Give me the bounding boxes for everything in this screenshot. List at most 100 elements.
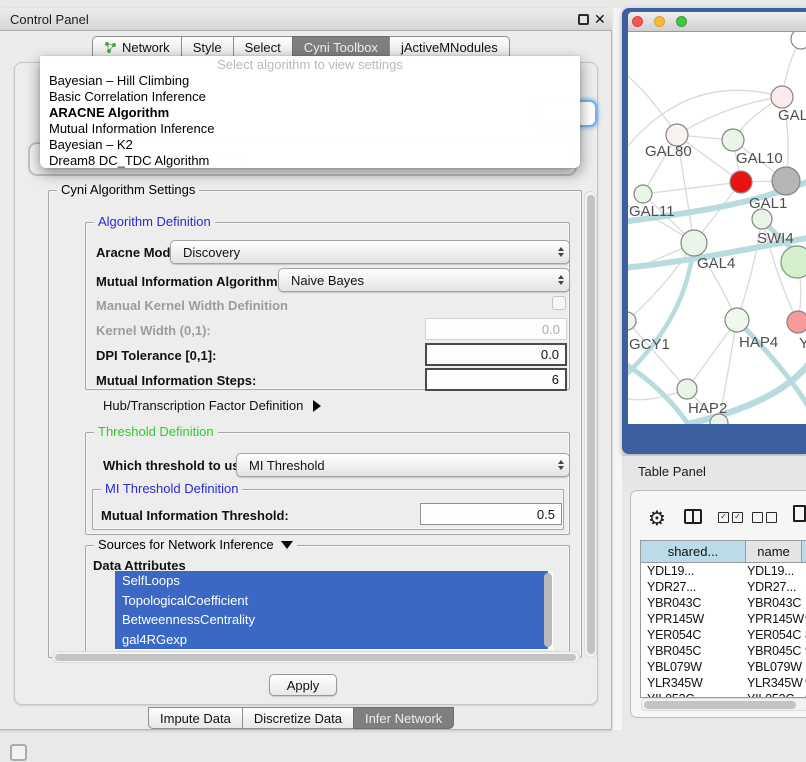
cell-shared: YDR27... bbox=[641, 579, 747, 595]
cell-name: YLR345W bbox=[747, 675, 805, 691]
panel-divider bbox=[612, 8, 622, 730]
collapsed-arrow-icon[interactable] bbox=[313, 400, 321, 412]
file-icon[interactable] bbox=[793, 505, 806, 522]
tab-discretize-data[interactable]: Discretize Data bbox=[242, 707, 353, 729]
mi-steps-field[interactable]: 6 bbox=[425, 368, 567, 391]
apply-button[interactable]: Apply bbox=[269, 674, 337, 696]
aracne-mode-value: Discovery bbox=[183, 245, 240, 260]
node-hap2[interactable] bbox=[677, 379, 697, 399]
node-gal-partial[interactable] bbox=[771, 86, 793, 108]
node-y-partial[interactable] bbox=[787, 311, 806, 333]
node-gal10[interactable] bbox=[722, 129, 744, 151]
table-header-row: shared... name bbox=[641, 541, 806, 563]
collapsed-panel-icon[interactable] bbox=[10, 744, 27, 761]
table-row[interactable]: YBR043CYBR043C bbox=[641, 595, 806, 611]
algorithm-option[interactable]: Bayesian – K2 bbox=[40, 137, 580, 153]
deselect-all-checkbox-icon[interactable] bbox=[752, 512, 777, 523]
algorithm-option[interactable]: Bayesian – Hill Climbing bbox=[40, 73, 580, 89]
mi-algorithm-type-combo[interactable]: Naive Bayes bbox=[278, 268, 570, 292]
cell-shared: YBL079W bbox=[641, 659, 747, 675]
manual-kernel-width-label: Manual Kernel Width Definition bbox=[96, 298, 288, 313]
mi-threshold-label: Mutual Information Threshold: bbox=[101, 508, 289, 523]
tab-network[interactable]: Network bbox=[92, 36, 181, 58]
node-partial-top[interactable] bbox=[791, 32, 806, 49]
network-canvas[interactable]: GAL GAL80 GAL10 GAL1 GAL11 SWI4 GAL4 GCY… bbox=[628, 32, 806, 424]
split-panel-icon[interactable] bbox=[684, 509, 702, 524]
node-gcy1[interactable] bbox=[628, 312, 636, 330]
algorithm-option-selected[interactable]: ARACNE Algorithm bbox=[40, 105, 580, 121]
unchecked-box-icon bbox=[766, 512, 777, 523]
algorithm-option[interactable]: Mutual Information Inference bbox=[40, 121, 580, 137]
tab-impute-data[interactable]: Impute Data bbox=[148, 707, 242, 729]
hub-definition-section[interactable]: Hub/Transcription Factor Definition bbox=[103, 398, 321, 413]
table-row[interactable]: YDR27...YDR27...12 bbox=[641, 579, 806, 595]
node-hap4[interactable] bbox=[725, 308, 749, 332]
tab-style[interactable]: Style bbox=[181, 36, 233, 58]
node-gal11[interactable] bbox=[634, 185, 652, 203]
node-green-right[interactable] bbox=[781, 246, 806, 278]
table-row[interactable]: YBL079WYBL079W bbox=[641, 659, 806, 675]
hub-definition-label: Hub/Transcription Factor Definition bbox=[103, 398, 303, 413]
tab-cyni-toolbox[interactable]: Cyni Toolbox bbox=[292, 36, 389, 58]
apply-button-label: Apply bbox=[287, 678, 320, 693]
node-label: GAL4 bbox=[697, 255, 735, 272]
algorithm-option[interactable]: Basic Correlation Inference bbox=[40, 89, 580, 105]
algorithm-option[interactable]: Dream8 DC_TDC Algorithm bbox=[40, 153, 580, 169]
column-header-name[interactable]: name bbox=[746, 541, 802, 563]
dpi-tolerance-field[interactable]: 0.0 bbox=[425, 343, 567, 366]
mi-threshold-field[interactable]: 0.5 bbox=[420, 503, 562, 525]
cyni-bottom-tabs: Impute Data Discretize Data Infer Networ… bbox=[148, 707, 454, 729]
settings-horizontal-scrollbar[interactable] bbox=[52, 651, 580, 663]
table-row[interactable]: YBR045CYBR045C9. bbox=[641, 643, 806, 659]
table-row[interactable]: YDL19...YDL19...13 bbox=[641, 563, 806, 579]
node-gray[interactable] bbox=[772, 167, 800, 195]
cell-shared: YBR043C bbox=[641, 595, 747, 611]
kernel-width-field[interactable]: 0.0 bbox=[425, 318, 567, 340]
node-gal4[interactable] bbox=[681, 230, 707, 256]
column-header-third[interactable] bbox=[802, 541, 806, 563]
tab-discretize-data-label: Discretize Data bbox=[254, 711, 342, 726]
table-horizontal-scrollbar[interactable] bbox=[641, 698, 806, 711]
table-row[interactable]: YLR345WYLR345W9. bbox=[641, 675, 806, 691]
table-row[interactable]: YPR145WYPR145W9. bbox=[641, 611, 806, 627]
attributes-scrollbar-thumb[interactable] bbox=[544, 573, 552, 647]
attribute-item[interactable]: BetweennessCentrality bbox=[115, 610, 548, 630]
control-panel-title: Control Panel bbox=[10, 12, 89, 27]
aracne-mode-combo[interactable]: Discovery bbox=[170, 240, 570, 264]
which-threshold-label: Which threshold to use: bbox=[103, 458, 251, 473]
tab-select[interactable]: Select bbox=[233, 36, 292, 58]
attribute-item[interactable]: gal4RGexp bbox=[115, 630, 548, 650]
settings-vertical-scrollbar[interactable] bbox=[584, 191, 597, 658]
select-all-checkbox-icon[interactable]: ✓ ✓ bbox=[718, 512, 743, 523]
zoom-button[interactable] bbox=[676, 16, 687, 27]
table-row[interactable]: YIL053CYIL053C9. bbox=[641, 691, 806, 698]
table-row[interactable]: YER054CYER054C8. bbox=[641, 627, 806, 643]
cyni-algorithm-settings-title: Cyni Algorithm Settings bbox=[57, 182, 199, 197]
cell-shared: YLR345W bbox=[641, 675, 747, 691]
tab-impute-data-label: Impute Data bbox=[160, 711, 231, 726]
node-gal1-red[interactable] bbox=[730, 171, 752, 193]
algorithm-definition-title: Algorithm Definition bbox=[94, 214, 215, 229]
node-swi4[interactable] bbox=[752, 209, 772, 229]
node-label: GAL10 bbox=[736, 150, 783, 167]
minimize-button[interactable] bbox=[654, 16, 665, 27]
which-threshold-value: MI Threshold bbox=[249, 458, 325, 473]
tab-infer-network[interactable]: Infer Network bbox=[353, 707, 454, 729]
settings-horizontal-scrollbar-thumb[interactable] bbox=[55, 654, 576, 661]
table-horizontal-scrollbar-thumb[interactable] bbox=[644, 701, 796, 709]
which-threshold-combo[interactable]: MI Threshold bbox=[236, 453, 570, 477]
tab-select-label: Select bbox=[245, 40, 281, 55]
tab-jactivemnodules[interactable]: jActiveMNodules bbox=[389, 36, 510, 58]
cell-name: YPR145W bbox=[747, 611, 805, 627]
close-icon[interactable]: ✕ bbox=[594, 11, 606, 28]
settings-vertical-scrollbar-thumb[interactable] bbox=[587, 195, 595, 654]
close-button[interactable] bbox=[632, 16, 643, 27]
column-header-shared[interactable]: shared... bbox=[641, 541, 746, 563]
gear-icon[interactable]: ⚙ bbox=[648, 506, 666, 531]
tab-cyni-toolbox-label: Cyni Toolbox bbox=[304, 40, 378, 55]
manual-kernel-width-checkbox[interactable] bbox=[552, 296, 566, 310]
expanded-arrow-icon[interactable] bbox=[281, 541, 293, 549]
attribute-item[interactable]: SelfLoops bbox=[115, 571, 548, 591]
attribute-item[interactable]: TopologicalCoefficient bbox=[115, 591, 548, 611]
float-panel-icon[interactable] bbox=[578, 14, 589, 25]
